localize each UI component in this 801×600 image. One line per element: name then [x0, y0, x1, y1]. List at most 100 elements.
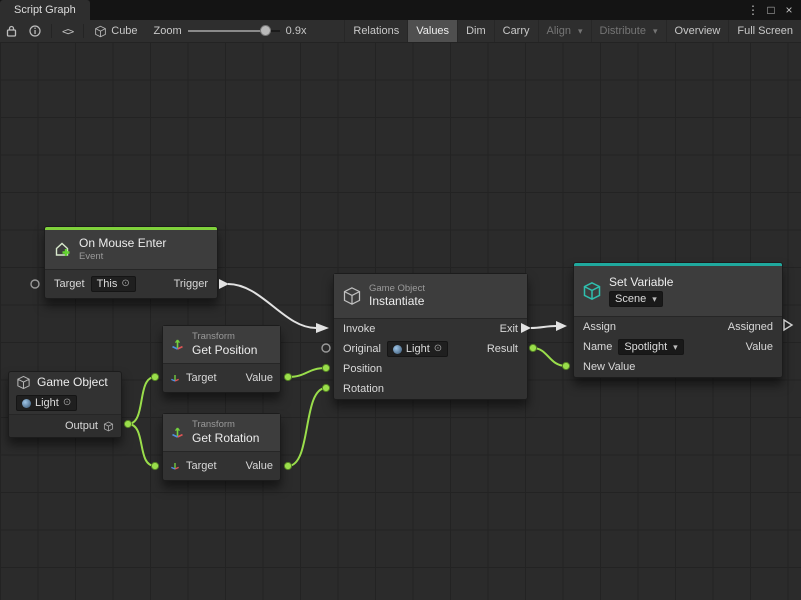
full-screen-label: Full Screen [737, 25, 793, 37]
inspect-button[interactable] [23, 20, 47, 42]
node-set-variable[interactable]: Set Variable Scene ▾ Assign Assigned Nam… [573, 262, 783, 378]
cube-icon [103, 421, 114, 432]
target-object-field[interactable]: This ⊙ [91, 276, 136, 292]
edit-graph-button[interactable]: <> [56, 20, 79, 42]
transform-icon [170, 461, 180, 471]
distribute-dropdown[interactable]: Distribute ▾ [591, 20, 666, 42]
dim-toggle[interactable]: Dim [457, 20, 494, 42]
variable-name-value: Spotlight [624, 341, 667, 353]
game-object-value: Light [35, 397, 59, 409]
output-port[interactable] [124, 420, 131, 427]
target-object-value: This [97, 278, 118, 290]
node-game-object-literal[interactable]: Game Object Light ⊙ Output [8, 371, 122, 438]
node-title: Set Variable [609, 275, 673, 289]
wire-result-to-newvalue[interactable] [533, 348, 566, 366]
mouse-event-icon [53, 240, 72, 259]
wire-exit-to-assign[interactable] [531, 326, 556, 328]
node-get-position[interactable]: Transform Get Position Target Value [162, 325, 281, 393]
assign-port-arrow[interactable] [556, 321, 567, 331]
trigger-port-label: Trigger [174, 278, 208, 290]
variable-scope-dropdown[interactable]: Scene ▾ [609, 291, 663, 307]
zoom-slider[interactable] [188, 26, 280, 36]
getposition-value-port[interactable] [284, 373, 291, 380]
rotation-port-label: Rotation [343, 383, 384, 395]
wire-trigger-to-invoke[interactable] [228, 284, 316, 328]
tab-bar: Script Graph ⋮ □ × [0, 0, 801, 20]
variable-icon [582, 281, 602, 301]
zoom-slider-fill [188, 30, 266, 32]
node-category: Transform [192, 331, 257, 343]
node-subtitle: Event [79, 251, 166, 263]
object-picker-icon[interactable]: ⊙ [434, 344, 442, 354]
full-screen-button[interactable]: Full Screen [728, 20, 801, 42]
wire-output-to-getposition-target[interactable] [128, 377, 155, 424]
window-controls: ⋮ □ × [745, 0, 801, 20]
result-port-label: Result [487, 343, 518, 355]
chevron-down-icon: ▾ [578, 26, 583, 37]
values-label: Values [416, 25, 449, 37]
onmouseenter-target-port[interactable] [31, 280, 39, 288]
carry-label: Carry [503, 25, 530, 37]
wire-rotation-value[interactable] [288, 388, 326, 466]
light-object-icon [393, 345, 402, 354]
invoke-port-arrow[interactable] [316, 323, 329, 333]
toolbar-divider [51, 24, 52, 38]
wire-output-to-getrotation-target[interactable] [128, 424, 155, 466]
align-dropdown[interactable]: Align▾ [538, 20, 591, 42]
node-title: Get Rotation [192, 431, 259, 446]
chevron-down-icon: ▾ [653, 26, 658, 37]
close-icon[interactable]: × [781, 0, 797, 20]
node-instantiate[interactable]: Game Object Instantiate Invoke Exit Orig… [333, 273, 528, 400]
instantiate-position-port[interactable] [322, 364, 329, 371]
node-category: Transform [192, 419, 259, 431]
values-toggle[interactable]: Values [407, 20, 457, 42]
target-port-label: Target [186, 372, 217, 384]
original-object-value: Light [406, 343, 430, 355]
trigger-port-arrow[interactable] [219, 279, 229, 289]
zoom-label: Zoom [154, 25, 182, 37]
instantiate-result-port[interactable] [529, 344, 536, 351]
node-title: Game Object [37, 375, 108, 389]
target-port-label: Target [186, 460, 217, 472]
relations-toggle[interactable]: Relations [344, 20, 407, 42]
node-title: Get Position [192, 343, 257, 358]
position-port-label: Position [343, 363, 382, 375]
game-object-field[interactable]: Light ⊙ [16, 395, 77, 411]
assigned-port-label: Assigned [728, 321, 773, 333]
getrotation-target-port[interactable] [151, 462, 158, 469]
object-picker-icon[interactable]: ⊙ [63, 398, 71, 408]
getrotation-value-port[interactable] [284, 462, 291, 469]
exit-port-label: Exit [500, 323, 518, 335]
transform-icon [170, 337, 185, 352]
setvariable-newvalue-port[interactable] [562, 362, 569, 369]
graph-owner-button[interactable]: Cube [88, 20, 143, 42]
getposition-target-port[interactable] [151, 373, 158, 380]
graph-owner-label: Cube [111, 25, 137, 37]
maximize-icon[interactable]: □ [763, 0, 779, 20]
tab-script-graph[interactable]: Script Graph [0, 0, 90, 20]
tab-title: Script Graph [14, 4, 76, 16]
node-on-mouse-enter[interactable]: On Mouse Enter Event Target This ⊙ Trigg… [44, 226, 218, 299]
info-icon [29, 25, 41, 37]
instantiate-original-port[interactable] [322, 344, 330, 352]
assigned-port-arrow[interactable] [784, 320, 792, 330]
carry-toggle[interactable]: Carry [494, 20, 538, 42]
lock-button[interactable] [0, 20, 23, 42]
graph-canvas[interactable]: On Mouse Enter Event Target This ⊙ Trigg… [0, 42, 801, 600]
chevron-down-icon: ▾ [673, 342, 678, 353]
assign-port-label: Assign [583, 321, 616, 333]
variable-name-dropdown[interactable]: Spotlight ▾ [618, 339, 683, 355]
wire-position-value[interactable] [288, 368, 326, 377]
object-picker-icon[interactable]: ⊙ [121, 279, 129, 289]
node-get-rotation[interactable]: Transform Get Rotation Target Value [162, 413, 281, 481]
instantiate-rotation-port[interactable] [322, 384, 329, 391]
value-port-label: Value [746, 341, 773, 353]
script-graph-window: Script Graph ⋮ □ × <> Cube [0, 0, 801, 600]
more-menu-icon[interactable]: ⋮ [745, 0, 761, 20]
zoom-slider-handle[interactable] [260, 25, 271, 36]
transform-icon [170, 373, 180, 383]
original-object-field[interactable]: Light ⊙ [387, 341, 448, 357]
name-port-label: Name [583, 341, 612, 353]
distribute-label: Distribute [600, 25, 646, 37]
overview-button[interactable]: Overview [666, 20, 729, 42]
